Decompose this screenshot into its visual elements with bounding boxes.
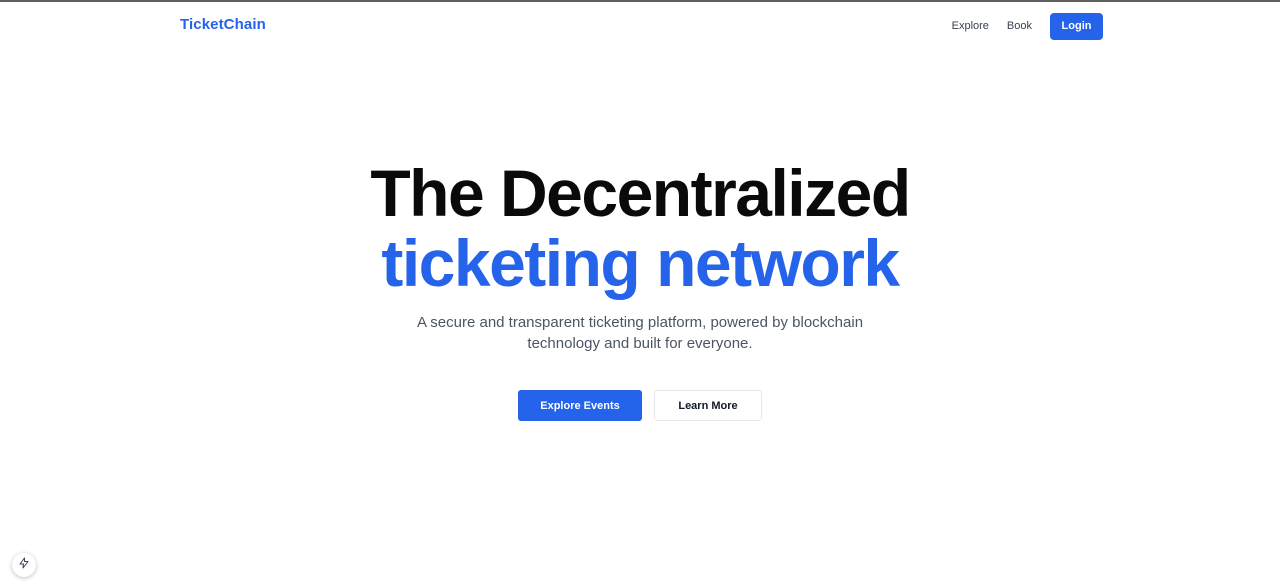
hero-title-accent: ticketing network <box>381 226 900 300</box>
dev-tools-button[interactable] <box>12 553 36 577</box>
nav-link-explore[interactable]: Explore <box>952 20 989 32</box>
hero-subtitle: A secure and transparent ticketing platf… <box>416 314 864 352</box>
nav-links: Explore Book Login <box>952 12 1103 40</box>
navbar: TicketChain Explore Book Login <box>0 2 1280 50</box>
hero-section: The Decentralized ticketing network A se… <box>0 160 1280 421</box>
brand-logo[interactable]: TicketChain <box>180 16 266 33</box>
explore-events-button[interactable]: Explore Events <box>518 390 642 421</box>
cta-row: Explore Events Learn More <box>0 390 1280 421</box>
hero-title: The Decentralized <box>370 156 911 230</box>
nav-link-book[interactable]: Book <box>1007 20 1032 32</box>
learn-more-button[interactable]: Learn More <box>654 390 762 421</box>
login-button[interactable]: Login <box>1050 12 1103 40</box>
lightning-bolt-icon <box>18 556 30 574</box>
